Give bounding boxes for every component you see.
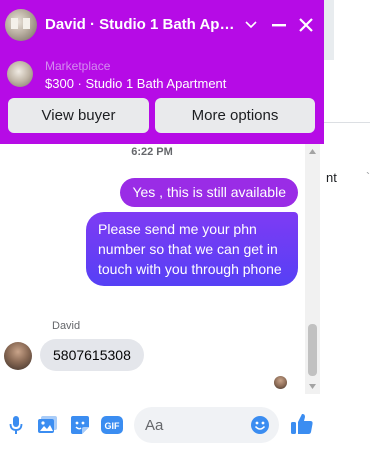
message-composer: GIF [0,394,324,454]
chevron-down-icon [245,21,257,29]
close-button[interactable] [293,12,319,38]
sticker-icon [71,416,89,434]
thumbs-up-icon[interactable] [290,412,314,436]
sender-avatar[interactable] [4,342,32,370]
background-tick: ` [366,170,370,184]
triangle-down-icon [309,384,316,389]
minimize-button[interactable] [266,12,292,38]
attach-image-button[interactable] [37,414,59,436]
listing-thumbnail [7,61,33,87]
chat-header: David · Studio 1 Bath Apar… Marketplace … [0,0,324,144]
listing-price-title: $300 · Studio 1 Bath Apartment [45,76,227,91]
microphone-icon [9,416,23,434]
outgoing-message[interactable]: Yes , this is still available [120,178,298,207]
background-page [324,0,370,454]
chat-header-bar[interactable]: David · Studio 1 Bath Apar… [0,0,324,50]
emoji-icon[interactable] [250,415,270,435]
sticker-button[interactable] [69,414,91,436]
chevron-down-button[interactable] [238,12,264,38]
triangle-up-icon [309,149,316,154]
marketplace-listing[interactable]: Marketplace $300 · Studio 1 Bath Apartme… [0,54,324,94]
listing-label: Marketplace [45,59,111,73]
chat-window: David · Studio 1 Bath Apar… Marketplace … [0,0,324,454]
background-map-fragment [324,0,334,60]
close-icon [299,18,313,32]
background-divider [324,122,370,123]
message-timestamp: 6:22 PM [131,146,173,158]
message-scrollbar[interactable] [305,144,320,394]
background-text-fragment: nt [326,170,337,185]
outgoing-message[interactable]: Please send me your phn number so that w… [86,212,298,286]
scroll-thumb[interactable] [308,324,317,376]
microphone-button[interactable] [5,414,27,436]
image-icon [38,416,57,433]
gif-label: GIF [105,421,121,431]
avatar-photo-detail [23,18,30,29]
gif-button[interactable]: GIF [101,414,123,436]
message-list[interactable]: 6:22 PM Yes , this is still available Pl… [0,144,324,394]
scroll-down-arrow[interactable] [305,379,320,394]
page: nt ` David · Studio 1 Bath Apar… Marketp… [0,0,370,454]
more-options-button[interactable]: More options [155,98,315,133]
conversation-title[interactable]: David · Studio 1 Bath Apar… [45,16,240,33]
scroll-up-arrow[interactable] [305,144,320,159]
view-buyer-button[interactable]: View buyer [8,98,149,133]
avatar[interactable] [5,9,37,41]
incoming-message[interactable]: 5807615308 [40,339,144,371]
seen-indicator-avatar [274,376,287,389]
gif-icon: GIF [101,416,123,434]
sender-name: David [52,320,81,332]
avatar-photo-detail [11,18,18,29]
minimize-icon [272,24,286,27]
